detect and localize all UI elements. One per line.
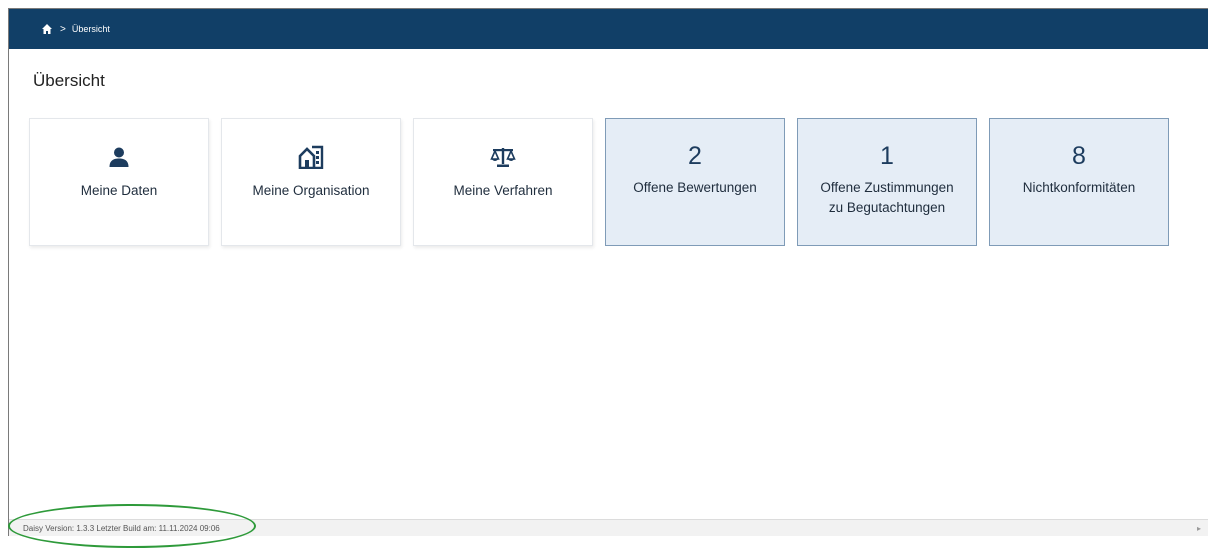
tile-meine-verfahren[interactable]: Meine Verfahren bbox=[413, 118, 593, 246]
stat-label: Offene Zustimmungen zu Begutachtungen bbox=[820, 180, 954, 215]
tile-meine-organisation[interactable]: Meine Organisation bbox=[221, 118, 401, 246]
person-icon bbox=[108, 145, 130, 169]
scroll-right-icon[interactable]: ▸ bbox=[1197, 524, 1201, 533]
version-footer: Daisy Version: 1.3.3 Letzter Build am: 1… bbox=[9, 519, 1208, 536]
tile-label: Meine Daten bbox=[80, 183, 158, 198]
breadcrumb-current: Übersicht bbox=[71, 24, 110, 34]
tile-nichtkonformitaeten[interactable]: 8 Nichtkonformitäten bbox=[989, 118, 1169, 246]
tile-offene-zustimmungen[interactable]: 1 Offene Zustimmungen zu Begutachtungen bbox=[797, 118, 977, 246]
stat-count: 2 bbox=[688, 142, 702, 170]
building-icon bbox=[298, 145, 324, 169]
stat-label: Nichtkonformitäten bbox=[1022, 180, 1136, 195]
scales-icon bbox=[490, 145, 516, 169]
stat-count: 8 bbox=[1072, 142, 1086, 170]
tile-label: Meine Verfahren bbox=[453, 183, 553, 198]
stat-count: 1 bbox=[880, 142, 894, 170]
app-window: > Übersicht Übersicht Meine Daten Meine … bbox=[8, 8, 1208, 536]
home-icon[interactable] bbox=[41, 23, 53, 35]
page-title: Übersicht bbox=[33, 71, 105, 90]
breadcrumb-separator: > bbox=[60, 23, 66, 35]
header-bar: > Übersicht bbox=[9, 9, 1208, 49]
tile-label: Meine Organisation bbox=[252, 183, 370, 198]
tile-meine-daten[interactable]: Meine Daten bbox=[29, 118, 209, 246]
stat-label: Offene Bewertungen bbox=[633, 180, 757, 195]
tile-offene-bewertungen[interactable]: 2 Offene Bewertungen bbox=[605, 118, 785, 246]
version-text: Daisy Version: 1.3.3 Letzter Build am: 1… bbox=[23, 524, 220, 533]
